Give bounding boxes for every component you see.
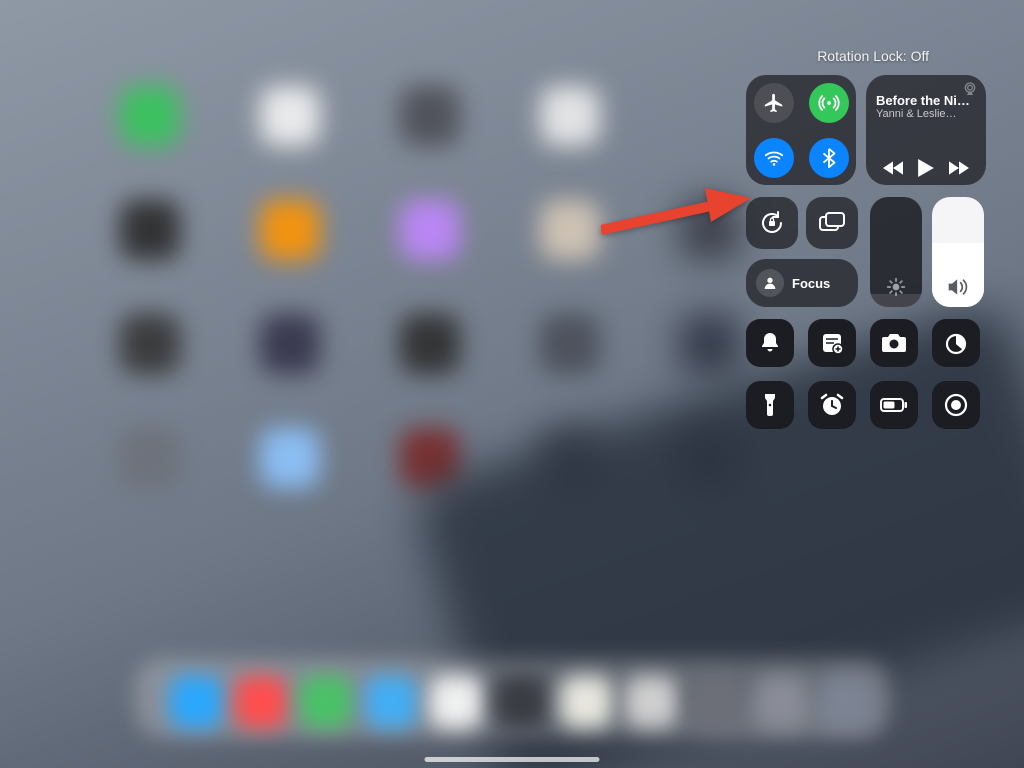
rotation-lock-icon: [758, 209, 786, 237]
silent-mode-toggle[interactable]: [746, 319, 794, 367]
airdrop-toggle[interactable]: [809, 83, 849, 123]
blurred-dock-icon: [235, 676, 287, 728]
focus-label: Focus: [792, 276, 830, 291]
low-power-mode-toggle[interactable]: [870, 381, 918, 429]
blurred-dock-icon: [430, 676, 482, 728]
forward-button[interactable]: [949, 160, 969, 176]
blurred-dock-icon: [365, 676, 417, 728]
alarm-clock-icon: [819, 393, 845, 417]
focus-person-icon: [756, 269, 784, 297]
blurred-app-icon: [260, 314, 320, 374]
blurred-app-icon: [120, 200, 180, 260]
blurred-dock-icon: [625, 676, 677, 728]
blurred-app-icon: [540, 86, 600, 146]
volume-slider[interactable]: [932, 197, 984, 307]
play-button[interactable]: [918, 159, 934, 177]
camera-icon: [881, 332, 907, 354]
flashlight-icon: [763, 392, 777, 418]
bell-icon: [759, 331, 781, 355]
alarm-button[interactable]: [808, 381, 856, 429]
home-indicator[interactable]: [425, 757, 600, 762]
tile-row: [746, 319, 980, 367]
blurred-app-icon: [680, 314, 740, 374]
connectivity-platter[interactable]: [746, 75, 856, 185]
blurred-app-icon: [260, 428, 320, 488]
media-title: Before the Ni…: [876, 93, 971, 108]
airplane-icon: [763, 92, 785, 114]
annotation-arrow: [601, 188, 751, 253]
ipad-control-center-screenshot: Rotation Lock: Off: [0, 0, 1024, 768]
blurred-app-icon: [120, 86, 180, 146]
now-playing-platter[interactable]: Before the Ni… Yanni & Leslie…: [866, 75, 986, 185]
focus-button[interactable]: Focus: [746, 259, 858, 307]
wifi-icon: [763, 147, 785, 169]
blurred-app-icon: [260, 200, 320, 260]
blurred-dock-icon: [560, 676, 612, 728]
screen-mirroring-icon: [818, 211, 846, 235]
record-icon: [944, 393, 968, 417]
blurred-dock-icon: [170, 676, 222, 728]
blurred-app-icon: [540, 200, 600, 260]
screen-record-button[interactable]: [932, 381, 980, 429]
cellular-antenna-icon: [818, 92, 840, 114]
blurred-app-icon: [400, 200, 460, 260]
rewind-button[interactable]: [883, 160, 903, 176]
blurred-dock-icon: [755, 676, 807, 728]
brightness-slider[interactable]: [870, 197, 922, 307]
bluetooth-icon: [818, 147, 840, 169]
blurred-dock-icon: [690, 676, 742, 728]
blurred-app-icon: [540, 314, 600, 374]
airplane-mode-toggle[interactable]: [754, 83, 794, 123]
wifi-toggle[interactable]: [754, 138, 794, 178]
airplay-icon: [962, 81, 978, 97]
quick-note-button[interactable]: [808, 319, 856, 367]
blurred-dock-icon: [820, 676, 872, 728]
battery-icon: [880, 397, 908, 413]
blurred-app-icon: [120, 428, 180, 488]
flashlight-button[interactable]: [746, 381, 794, 429]
timer-icon: [944, 331, 968, 355]
blurred-app-icon: [120, 314, 180, 374]
volume-icon: [947, 277, 969, 297]
note-plus-icon: [820, 331, 844, 355]
rotation-lock-toggle[interactable]: [746, 197, 798, 249]
blurred-app-icon: [400, 314, 460, 374]
brightness-icon: [886, 277, 906, 297]
volume-fill: [932, 243, 984, 307]
camera-button[interactable]: [870, 319, 918, 367]
blurred-app-icon: [400, 86, 460, 146]
blurred-app-icon: [260, 86, 320, 146]
media-artist: Yanni & Leslie…: [876, 108, 971, 120]
blurred-dock-icon: [300, 676, 352, 728]
rotation-lock-status-label: Rotation Lock: Off: [817, 48, 929, 64]
bluetooth-toggle[interactable]: [809, 138, 849, 178]
timer-button[interactable]: [932, 319, 980, 367]
screen-mirroring-button[interactable]: [806, 197, 858, 249]
tile-row: [746, 381, 980, 429]
blurred-dock-icon: [495, 676, 547, 728]
